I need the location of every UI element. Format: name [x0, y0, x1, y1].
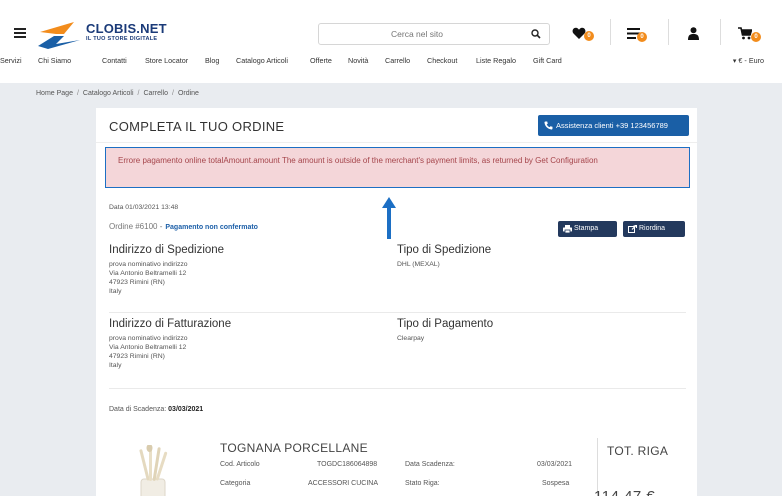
payment-error-alert: Errore pagamento online totalAmount.amou… [105, 147, 690, 188]
order-number: Ordine #6100 - Pagamento non confermato [109, 222, 258, 231]
compare-badge: 0 [637, 32, 647, 42]
print-button[interactable]: Stampa [558, 221, 617, 237]
due-date-label: Data di Scadenza: [109, 406, 167, 413]
cart-icon [738, 27, 752, 40]
row-status-label: Stato Riga: [405, 480, 440, 487]
breadcrumb-carrello[interactable]: Carrello [143, 90, 168, 97]
divider [109, 312, 686, 313]
menu-icon[interactable] [14, 28, 26, 38]
site-header: CLOBIS.NET IL TUO STORE DIGITALE 0 0 [0, 0, 782, 83]
product-category: ACCESSORI CUCINA [308, 480, 379, 487]
logo-icon[interactable] [34, 16, 84, 50]
product-name[interactable]: TOGNANA PORCELLANE [220, 441, 368, 455]
shipping-address-title: Indirizzo di Spedizione [109, 244, 225, 256]
search-input[interactable] [319, 24, 519, 44]
nav-item-contatti[interactable]: Contatti [102, 56, 127, 65]
nav-item-catalogo-articoli[interactable]: Catalogo Articoli [236, 56, 288, 65]
nav-item-servizi[interactable]: Servizi [0, 56, 22, 65]
customer-service-label: Assistenza clienti +39 123456789 [556, 121, 668, 130]
header-divider [610, 19, 611, 45]
search-icon[interactable] [531, 29, 541, 39]
nav-item-carrello[interactable]: Carrello [385, 56, 410, 65]
reorder-label: Riordina [639, 225, 666, 232]
breadcrumb: Home Page / Catalogo Articoli / Carrello / Ord… [36, 90, 199, 97]
wishlist-badge: 0 [584, 31, 594, 41]
logo-text[interactable]: CLOBIS.NET [86, 21, 167, 36]
due-date-value: 03/03/2021 [168, 406, 204, 413]
shipping-type-title: Tipo di Spedizione [397, 244, 492, 256]
shipping-type-value: DHL (MEXAL) [397, 261, 440, 268]
print-icon [563, 225, 572, 233]
breadcrumb-ordine: Ordine [177, 90, 199, 97]
arrow-up-icon [382, 197, 396, 239]
nav-item-store-locator[interactable]: Store Locator [145, 56, 188, 65]
nav-item-chi-siamo[interactable]: Chi Siamo [38, 56, 71, 65]
order-date: Data 01/03/2021 13:48 [109, 204, 179, 211]
address-line: prova nominativo indirizzo [109, 335, 188, 342]
product-code-label: Cod. Articolo [220, 461, 260, 468]
address-line: prova nominativo indirizzo [109, 261, 188, 268]
nav-item-offerte[interactable]: Offerte [310, 56, 332, 65]
address-line: Via Antonio Beltramelli 12 [109, 344, 187, 351]
compare-button[interactable]: 0 [627, 26, 651, 42]
product-category-label: Categoria [220, 480, 251, 487]
product-code: TOGDC186064898 [317, 461, 378, 468]
address-line: 47923 Rimini (RN) [109, 353, 165, 360]
page-title: COMPLETA IL TUO ORDINE [109, 119, 285, 134]
phone-icon [544, 121, 553, 130]
billing-address-title: Indirizzo di Fatturazione [109, 318, 232, 330]
print-label: Stampa [574, 225, 599, 232]
row-due-label: Data Scadenza: [405, 461, 455, 468]
address-line: Italy [109, 288, 122, 295]
nav-item-checkout[interactable]: Checkout [427, 56, 457, 65]
logo-subtitle: IL TUO STORE DIGITALE [86, 36, 158, 42]
search-box [318, 23, 550, 45]
breadcrumb-catalogo[interactable]: Catalogo Articoli [83, 90, 134, 97]
row-due-date: 03/03/2021 [537, 461, 573, 468]
row-status: Sospesa [542, 480, 570, 487]
billing-address: prova nominativo indirizzo Via Antonio B… [109, 334, 188, 370]
nav-item-liste-regalo[interactable]: Liste Regalo [476, 56, 516, 65]
account-button[interactable] [688, 26, 702, 42]
shipping-address: prova nominativo indirizzo Via Antonio B… [109, 260, 188, 296]
due-date: Data di Scadenza: 03/03/2021 [109, 406, 203, 413]
payment-type-title: Tipo di Pagamento [397, 318, 494, 330]
row-total-value: 114,47 € [594, 488, 655, 496]
reorder-button[interactable]: Riordina [623, 221, 685, 237]
main-nav: Servizi Chi Siamo Contatti Store Locator… [0, 56, 782, 70]
address-line: Italy [109, 362, 122, 369]
user-icon [688, 27, 699, 40]
row-total-label: TOT. RIGA [607, 444, 669, 458]
divider [96, 142, 697, 143]
breadcrumb-home[interactable]: Home Page [36, 90, 73, 97]
divider [109, 388, 686, 389]
header-divider [668, 19, 669, 45]
header-divider [720, 19, 721, 45]
nav-item-blog[interactable]: Blog [205, 56, 219, 65]
wishlist-button[interactable]: 0 [572, 26, 596, 42]
nav-item-novita[interactable]: Novità [348, 56, 368, 65]
currency-selector[interactable]: ▾ € - Euro [733, 56, 764, 65]
cart-badge: 0 [751, 32, 761, 42]
address-line: 47923 Rimini (RN) [109, 279, 165, 286]
order-card: COMPLETA IL TUO ORDINE Assistenza client… [96, 108, 697, 496]
nav-item-gift-card[interactable]: Gift Card [533, 56, 562, 65]
address-line: Via Antonio Beltramelli 12 [109, 270, 187, 277]
product-image[interactable] [132, 445, 174, 496]
customer-service-button[interactable]: Assistenza clienti +39 123456789 [538, 115, 689, 136]
payment-error-text: Errore pagamento online totalAmount.amou… [118, 156, 598, 165]
reorder-icon [628, 225, 637, 233]
payment-type-value: Clearpay [397, 335, 425, 342]
payment-status: Pagamento non confermato [165, 224, 258, 231]
order-number-text: Ordine #6100 - [109, 222, 163, 231]
cart-button[interactable]: 0 [738, 26, 764, 42]
